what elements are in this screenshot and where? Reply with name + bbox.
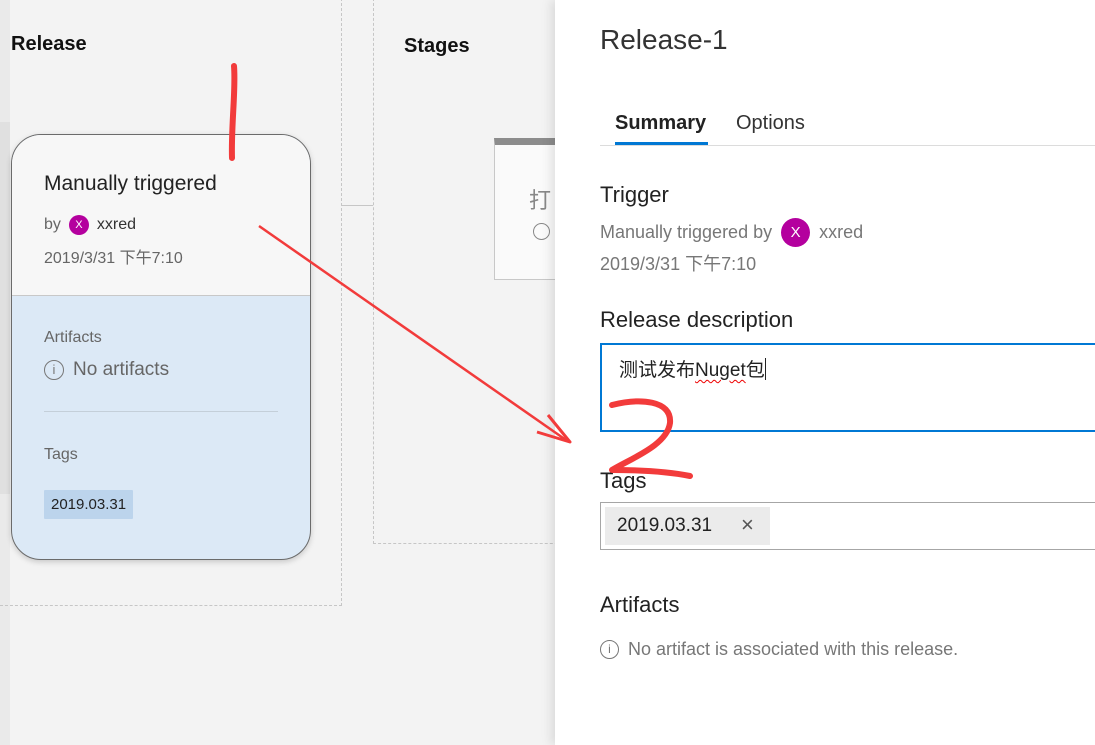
release-card-title: Manually triggered [44, 172, 217, 195]
description-text-2: 包 [745, 360, 765, 381]
page-title: Release-1 [600, 24, 728, 55]
release-details-panel: Release-1 Summary Options Trigger Manual… [555, 0, 1095, 745]
release-card[interactable]: Manually triggered by X xxred 2019/3/31 … [11, 134, 311, 560]
release-card-header: Manually triggered by X xxred 2019/3/31 … [12, 135, 310, 296]
release-card-trigger: by X xxred [44, 215, 136, 235]
avatar: X [781, 218, 811, 247]
active-tab-indicator [615, 142, 708, 145]
info-icon: i [44, 360, 64, 380]
no-artifacts: i No artifacts [44, 359, 169, 381]
connector-line [342, 205, 373, 206]
artifacts-heading: Artifacts [600, 592, 680, 617]
tag-label: 2019.03.31 [617, 515, 713, 536]
by-label: by [44, 216, 61, 233]
stage-name: 打 [529, 188, 552, 213]
tags-input[interactable]: 2019.03.31 × [600, 502, 1095, 550]
tab-bar: Summary Options [600, 109, 1095, 146]
tags-label: Tags [44, 446, 78, 463]
release-column-title: Release [11, 33, 87, 55]
user-name: xxred [96, 216, 137, 233]
artifacts-empty-text: No artifact is associated with this rele… [628, 639, 959, 659]
trigger-date: 2019/3/31 下午7:10 [600, 254, 757, 274]
release-card-date: 2019/3/31 下午7:10 [44, 250, 183, 267]
avatar: X [68, 215, 89, 235]
release-description-input[interactable]: 测试发布Nuget包 [600, 343, 1095, 432]
stage-status-icon [533, 223, 550, 240]
tab-summary[interactable]: Summary [615, 112, 706, 135]
tag-chip: 2019.03.31 × [605, 507, 770, 545]
trigger-text: Manually triggered by [600, 222, 773, 242]
text-caret [764, 358, 766, 380]
close-icon[interactable]: × [741, 513, 754, 537]
stage-card[interactable]: 打 [494, 138, 564, 280]
tag-chip: 2019.03.31 [44, 490, 134, 519]
artifacts-empty: i No artifact is associated with this re… [600, 639, 958, 660]
description-text-1: 测试发布 [619, 360, 696, 381]
stages-column-title: Stages [404, 35, 470, 57]
description-heading: Release description [600, 307, 794, 332]
description-text-misspelled: Nuget [695, 360, 746, 381]
trigger-info: Manually triggered by X xxred [600, 218, 863, 247]
artifacts-label: Artifacts [44, 329, 102, 346]
user-name: xxred [819, 222, 864, 242]
release-card-details: Artifacts i No artifacts Tags 2019.03.31 [12, 296, 310, 559]
info-icon: i [600, 640, 619, 659]
divider [44, 411, 278, 412]
tab-options[interactable]: Options [736, 112, 805, 135]
trigger-heading: Trigger [600, 182, 669, 207]
tags-heading: Tags [600, 468, 647, 493]
no-artifacts-text: No artifacts [73, 359, 170, 380]
